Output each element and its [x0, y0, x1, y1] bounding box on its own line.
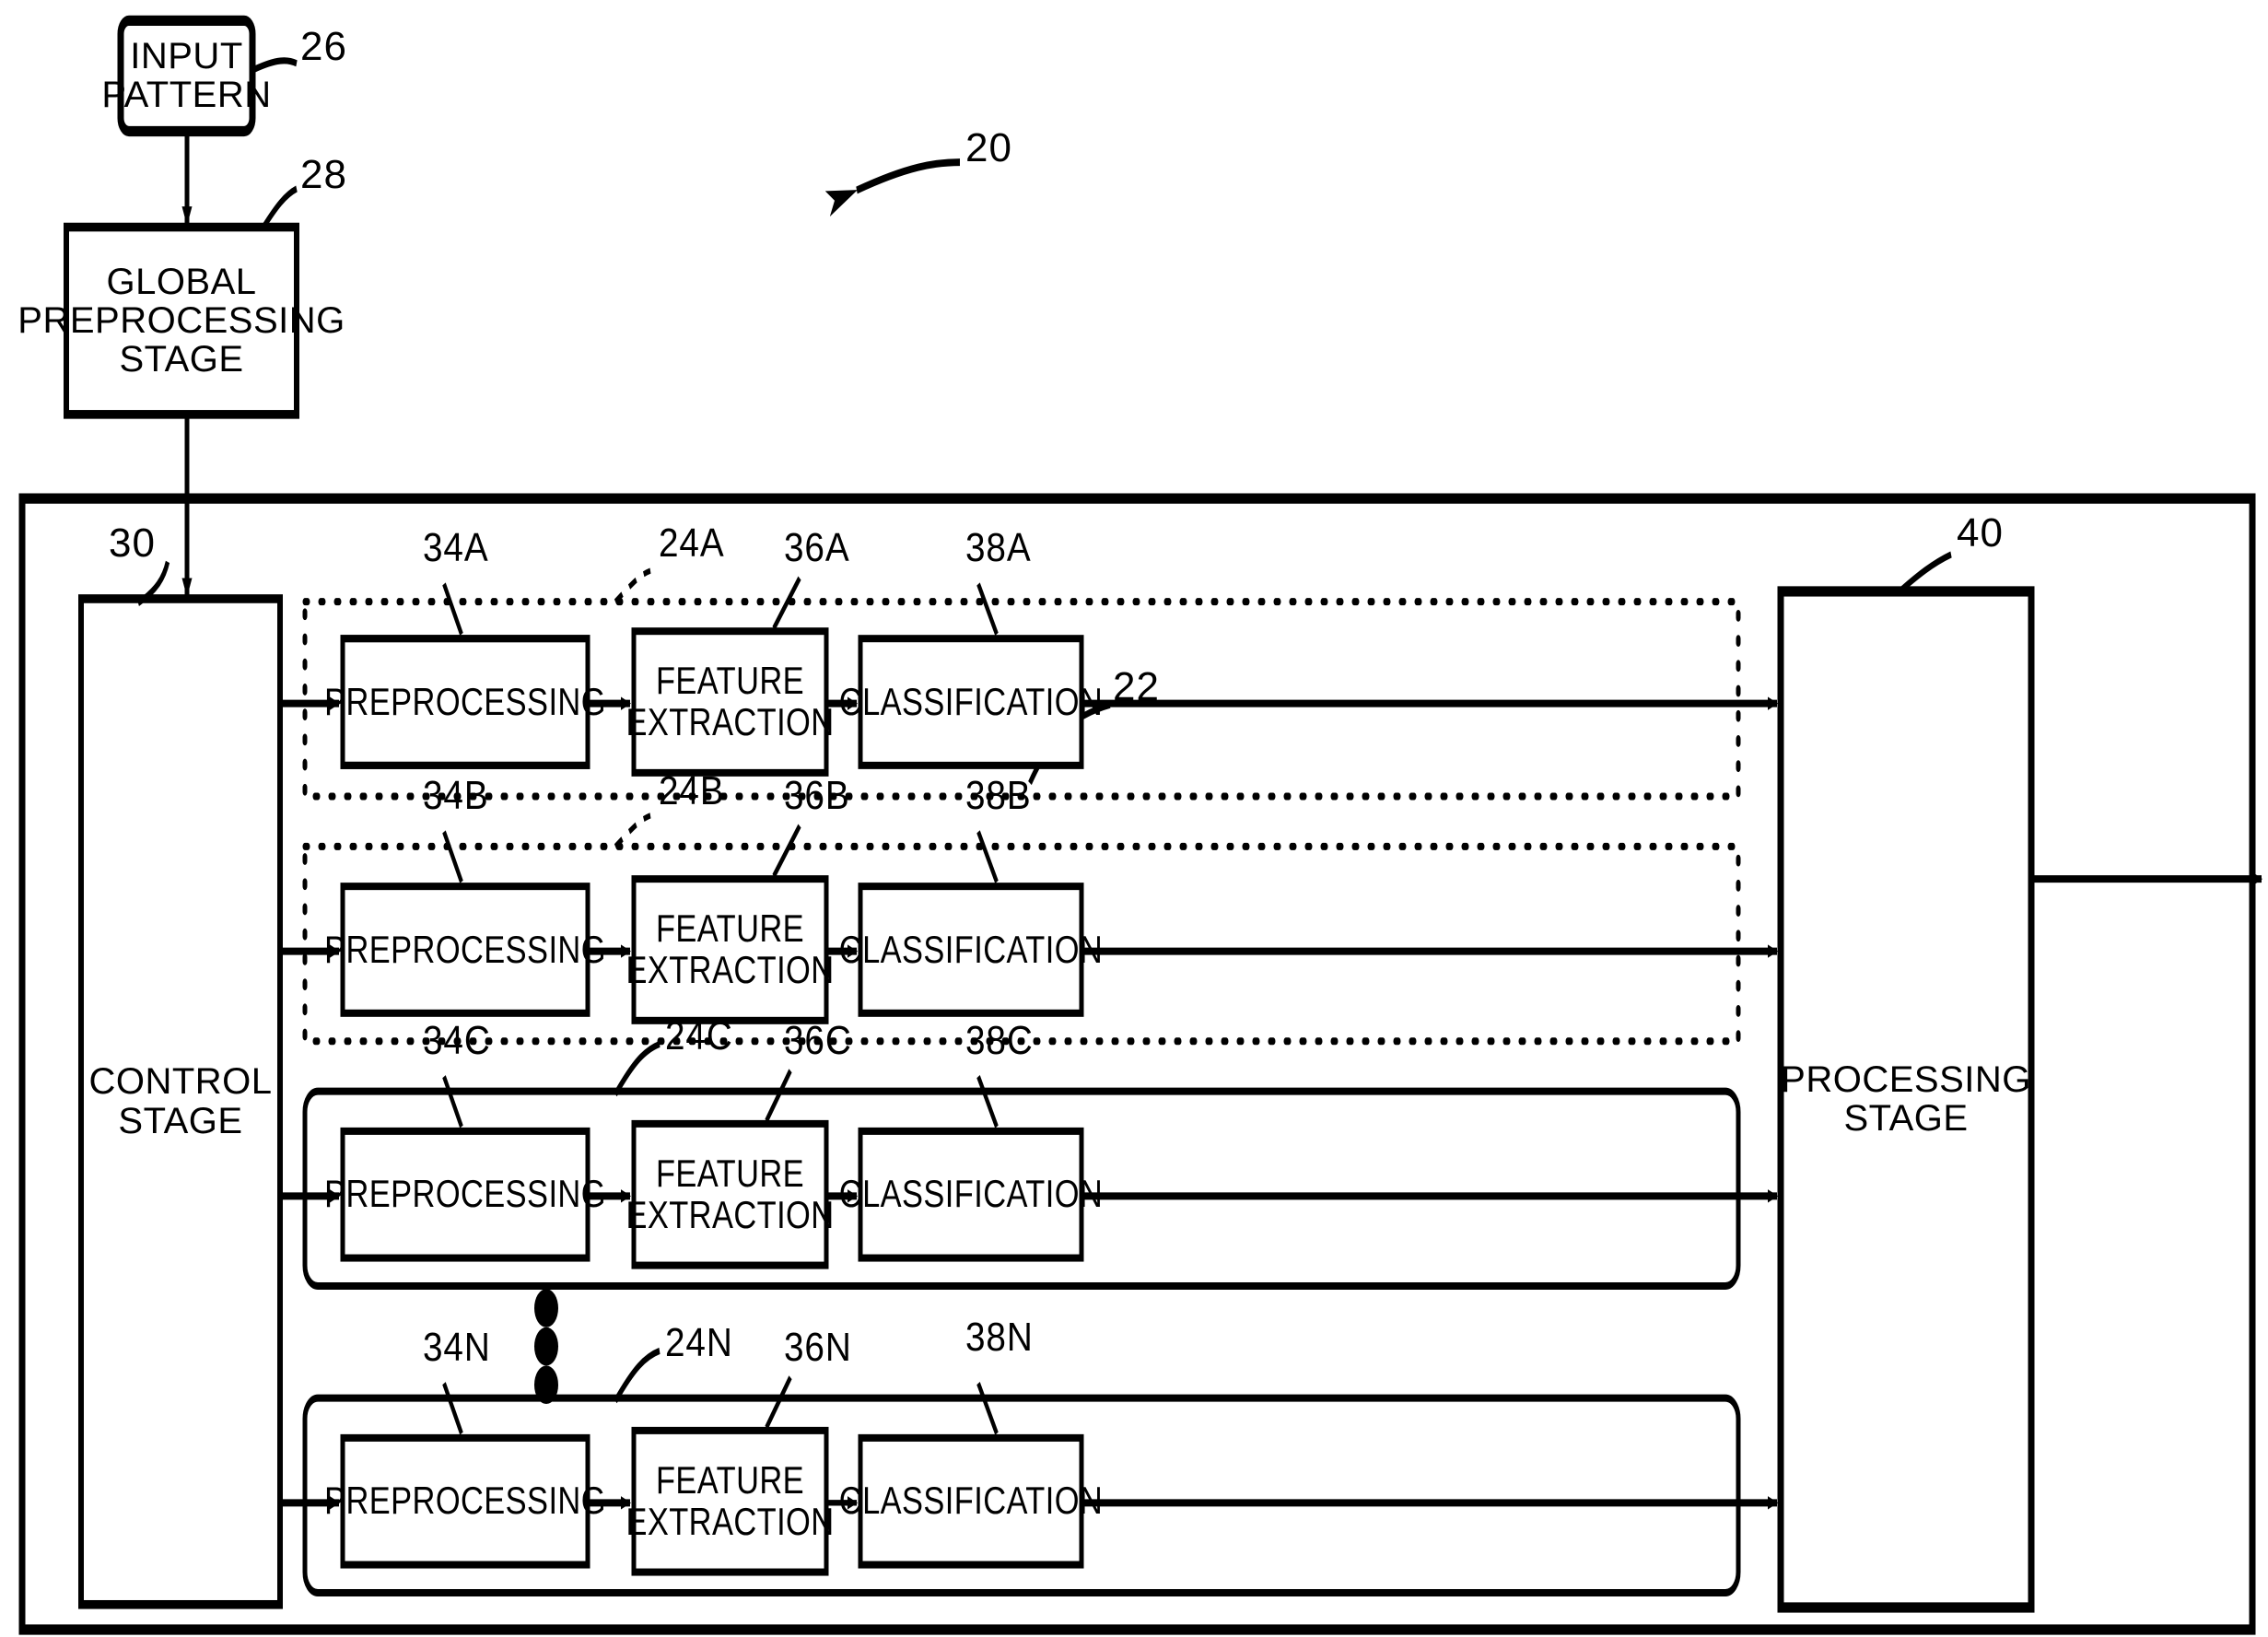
ref-36B: 36B — [784, 773, 850, 819]
channel-A-blocks — [340, 627, 1084, 777]
lead-line-20 — [824, 158, 961, 217]
tick-36N — [765, 1375, 792, 1430]
ref-30: 30 — [109, 520, 156, 567]
lead-line-28 — [262, 185, 298, 230]
diagram-line-layer — [18, 15, 2262, 1635]
tick-38A — [976, 582, 999, 637]
processing-stage-box — [1777, 586, 2035, 1613]
tick-36B — [772, 824, 801, 878]
tick-34N — [442, 1382, 463, 1435]
control-stage-box — [78, 594, 283, 1609]
tick-38C — [976, 1075, 999, 1128]
lead-line-26 — [253, 57, 298, 73]
global-preprocessing-box — [64, 222, 299, 419]
tick-34A — [442, 582, 463, 636]
ref-38N: 38N — [965, 1314, 1034, 1360]
ref-38B: 38B — [965, 773, 1032, 819]
tick-34C — [442, 1075, 463, 1128]
lead-line-24A — [614, 567, 651, 604]
ref-38C: 38C — [965, 1017, 1034, 1063]
ref-34A: 34A — [423, 525, 489, 571]
tick-38N — [976, 1382, 999, 1435]
ref-40: 40 — [1957, 510, 2004, 556]
ref-22: 22 — [1113, 663, 1160, 709]
ref-38A: 38A — [965, 525, 1032, 571]
tick-36C — [765, 1069, 792, 1123]
ref-34C: 34C — [423, 1017, 491, 1063]
lead-line-40 — [1898, 551, 1952, 595]
ref-36C: 36C — [784, 1017, 852, 1063]
lead-line-24N — [614, 1347, 661, 1404]
channel-B-blocks — [340, 875, 1084, 1024]
ref-24C: 24C — [665, 1013, 733, 1059]
ref-26: 26 — [300, 23, 347, 69]
lead-line-24B — [614, 813, 651, 849]
channel-N-blocks — [340, 1426, 1084, 1576]
ref-34B: 34B — [423, 773, 489, 819]
ref-36A: 36A — [784, 525, 850, 571]
ref-24B: 24B — [659, 768, 725, 814]
channel-C-blocks — [340, 1119, 1084, 1269]
ref-28: 28 — [300, 152, 347, 198]
vertical-ellipsis-icon — [534, 1289, 558, 1405]
ref-36N: 36N — [784, 1324, 852, 1370]
ref-34N: 34N — [423, 1324, 491, 1370]
input-pattern-box — [117, 15, 256, 137]
tick-34B — [442, 830, 463, 883]
ref-24A: 24A — [659, 520, 725, 567]
tick-38B — [976, 830, 999, 883]
ref-24N: 24N — [665, 1320, 733, 1365]
lead-line-24C — [614, 1040, 661, 1097]
ref-20: 20 — [965, 125, 1012, 171]
figure-canvas: INPUT PATTERN 26 GLOBAL PREPROCESSING ST… — [0, 0, 2268, 1637]
